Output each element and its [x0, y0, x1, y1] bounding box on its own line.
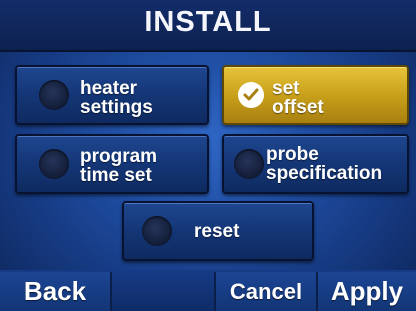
probe-specification-label: probe specification	[266, 144, 383, 184]
back-button[interactable]: Back	[0, 272, 112, 311]
led-indicator-icon	[234, 149, 264, 179]
led-indicator-icon	[39, 149, 69, 179]
title-bar: INSTALL	[0, 0, 416, 52]
check-icon	[238, 82, 264, 108]
cancel-button[interactable]: Cancel	[214, 272, 318, 311]
set-offset-button[interactable]: set offset	[222, 65, 409, 125]
set-offset-label: set offset	[272, 78, 324, 118]
program-time-set-button[interactable]: program time set	[15, 134, 209, 194]
heater-settings-button[interactable]: heater settings	[15, 65, 209, 125]
reset-label: reset	[194, 221, 240, 242]
page-title: INSTALL	[144, 6, 272, 38]
install-screen: INSTALL heater settings set offset progr…	[0, 0, 416, 311]
probe-specification-button[interactable]: probe specification	[222, 134, 409, 194]
apply-button[interactable]: Apply	[318, 272, 416, 311]
led-indicator-icon	[39, 80, 69, 110]
led-indicator-icon	[142, 216, 172, 246]
heater-settings-label: heater settings	[80, 78, 153, 118]
reset-button[interactable]: reset	[122, 201, 314, 261]
program-time-set-label: program time set	[80, 146, 158, 186]
